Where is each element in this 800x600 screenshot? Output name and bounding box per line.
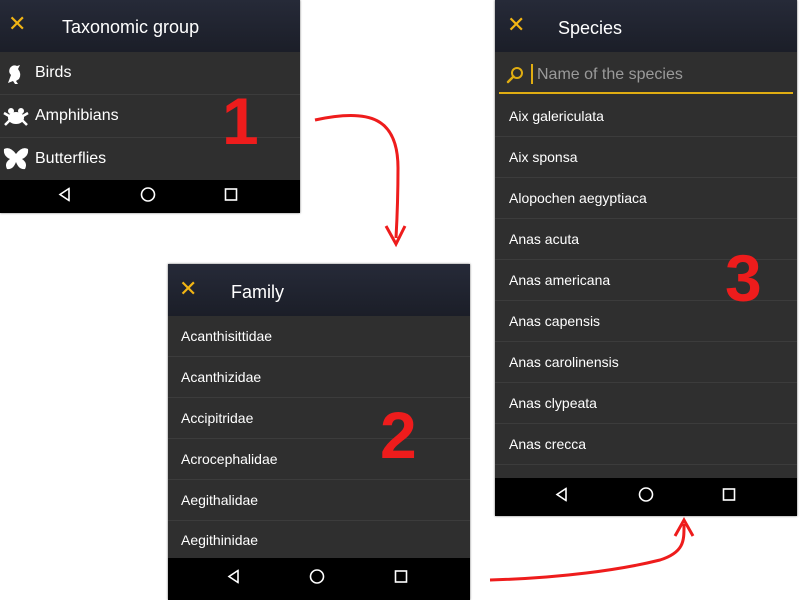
back-icon[interactable] [227,569,241,589]
arrow-2-to-3-head [673,516,695,537]
list-item[interactable]: Acanthizidae [168,357,470,398]
arrow-2-to-3 [489,523,686,582]
step-number-2: 2 [380,398,417,472]
top-app-bar: ✕ Family [168,264,470,316]
arrow-1-to-2-head [384,225,407,248]
search-icon [505,66,525,91]
top-app-bar: ✕ Taxonomic group [0,0,300,52]
butterfly-icon [2,146,30,175]
list-item[interactable]: Aix galericulata [495,96,797,137]
list-item[interactable]: Aix sponsa [495,137,797,178]
recents-icon[interactable] [394,570,408,589]
close-icon[interactable]: ✕ [179,279,197,301]
home-icon[interactable] [638,487,654,508]
page-title: Species [558,18,623,38]
list-item[interactable]: Anas carolinensis [495,342,797,383]
back-icon[interactable] [555,487,569,507]
list-item[interactable]: Anas clypeata [495,383,797,424]
list-item[interactable]: Anas crecca [495,424,797,465]
system-nav-bar [0,180,300,213]
search-input[interactable] [535,62,785,88]
frog-icon [2,103,30,132]
recents-icon[interactable] [224,187,238,206]
step-number-3: 3 [725,241,762,315]
step-number-1: 1 [222,84,259,158]
list-item[interactable]: Accipitridae [168,398,470,439]
system-nav-bar [168,558,470,600]
list-item[interactable]: Aegithinidae [168,521,470,558]
list-item[interactable]: Alopochen aegyptiaca [495,178,797,219]
family-screen: ✕ Family Acanthisittidae Acanthizidae Ac… [168,264,470,600]
system-nav-bar [495,478,797,516]
top-app-bar: ✕ Species [495,0,797,52]
list-item[interactable]: Acanthisittidae [168,316,470,357]
arrow-1-to-2 [314,113,400,239]
bird-icon [2,60,28,89]
page-title: Family [231,282,284,302]
text-cursor [531,64,533,84]
home-icon[interactable] [309,569,325,590]
list-item[interactable]: Aegithalidae [168,480,470,521]
close-icon[interactable]: ✕ [8,14,26,36]
close-icon[interactable]: ✕ [507,15,525,37]
home-icon[interactable] [140,186,156,207]
recents-icon[interactable] [722,488,736,507]
back-icon[interactable] [58,186,72,206]
page-title: Taxonomic group [62,17,200,37]
species-search-field[interactable] [499,56,793,94]
list-item[interactable]: Acrocephalidae [168,439,470,480]
